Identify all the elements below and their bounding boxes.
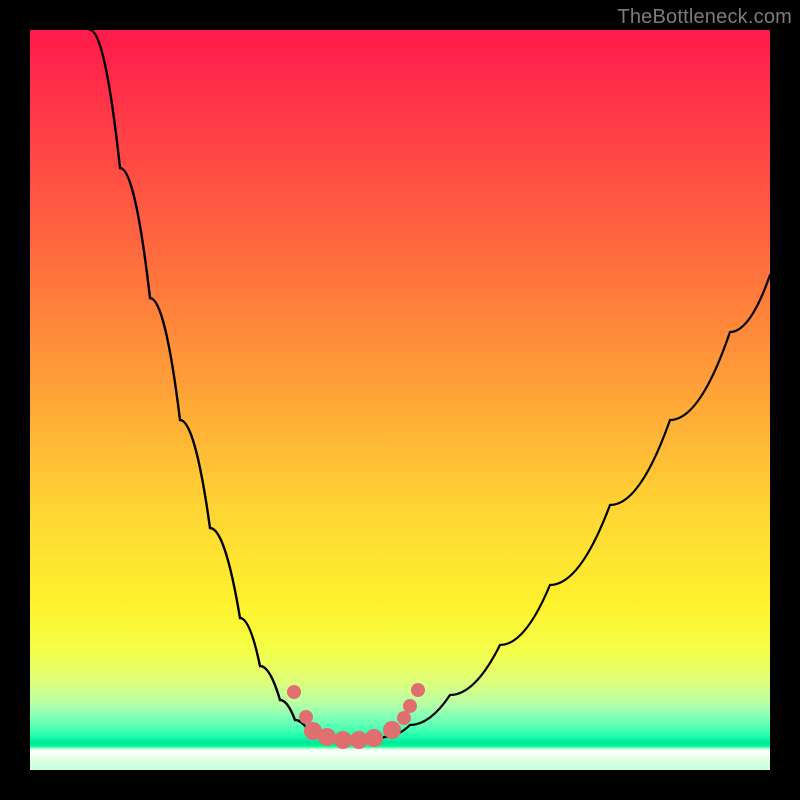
right-branch (385, 275, 770, 737)
data-point (383, 721, 401, 739)
data-point (318, 728, 336, 746)
watermark-text: TheBottleneck.com (617, 6, 792, 29)
data-point (397, 711, 411, 725)
data-point (334, 731, 352, 749)
data-markers (287, 683, 425, 749)
left-branch (90, 30, 315, 735)
curve-layer (30, 30, 770, 770)
chart-frame: TheBottleneck.com (0, 0, 800, 800)
data-point (365, 729, 383, 747)
data-point (299, 710, 313, 724)
data-point (403, 699, 417, 713)
data-point (411, 683, 425, 697)
data-point (287, 685, 301, 699)
bottleneck-curve (90, 30, 770, 740)
plot-area (30, 30, 770, 770)
